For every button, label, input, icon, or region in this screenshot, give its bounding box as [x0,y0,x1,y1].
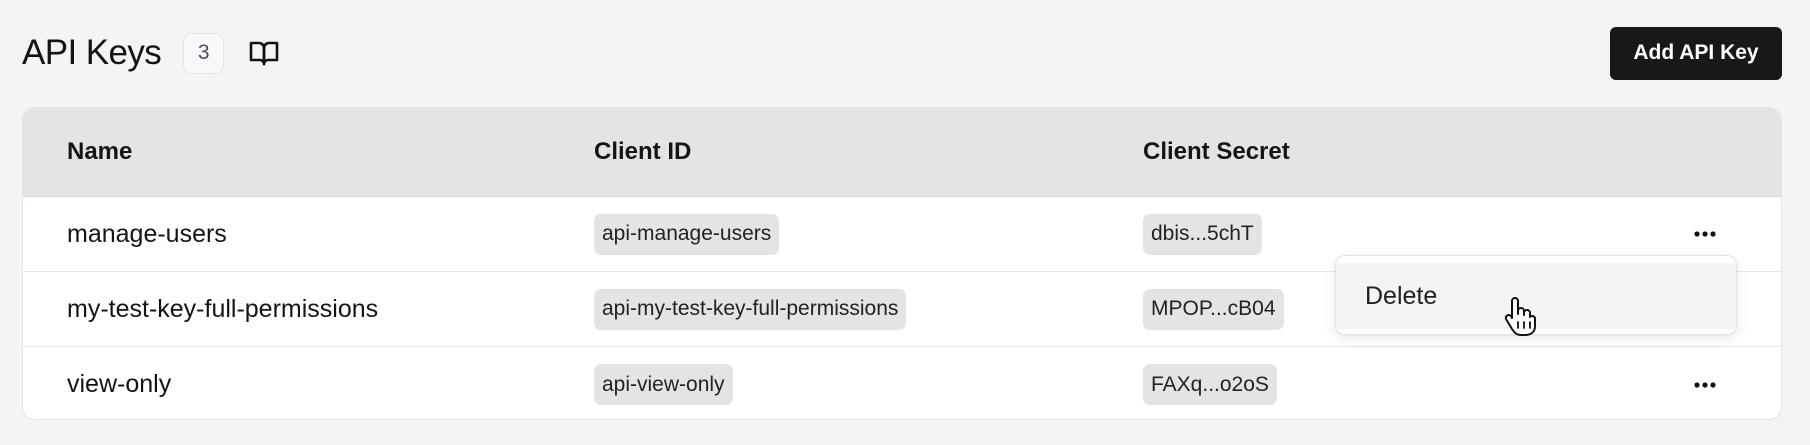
client-secret-chip: FAXq...o2oS [1143,364,1277,405]
page-header: API Keys 3 Add API Key [22,26,1782,80]
table-row: view-only api-view-only FAXq...o2oS [23,347,1781,419]
client-secret-chip: dbis...5chT [1143,213,1262,255]
page-title: API Keys [22,33,162,72]
key-count-badge: 3 [183,32,225,74]
table-header-row: Name Client ID Client Secret [23,108,1781,197]
client-secret-chip: MPOP...cB04 [1143,288,1284,330]
key-name: view-only [67,370,172,398]
column-header-client-id: Client ID [594,138,692,165]
add-api-key-button[interactable]: Add API Key [1610,26,1782,80]
more-horizontal-icon[interactable] [1688,368,1722,402]
client-id-chip: api-view-only [594,364,733,405]
api-keys-page: API Keys 3 Add API Key Name Client ID Cl… [0,0,1810,445]
menu-item-delete[interactable]: Delete [1336,263,1736,329]
key-name: manage-users [67,219,227,248]
more-horizontal-icon[interactable] [1688,217,1722,251]
column-header-name: Name [67,138,133,165]
menu-item-label: Delete [1365,281,1438,310]
book-open-icon[interactable] [244,33,284,73]
column-header-client-secret: Client Secret [1143,138,1290,165]
row-actions-menu: Delete [1335,255,1737,335]
client-id-chip: api-my-test-key-full-permissions [594,288,907,330]
client-id-chip: api-manage-users [594,213,780,255]
key-name: my-test-key-full-permissions [67,294,379,323]
